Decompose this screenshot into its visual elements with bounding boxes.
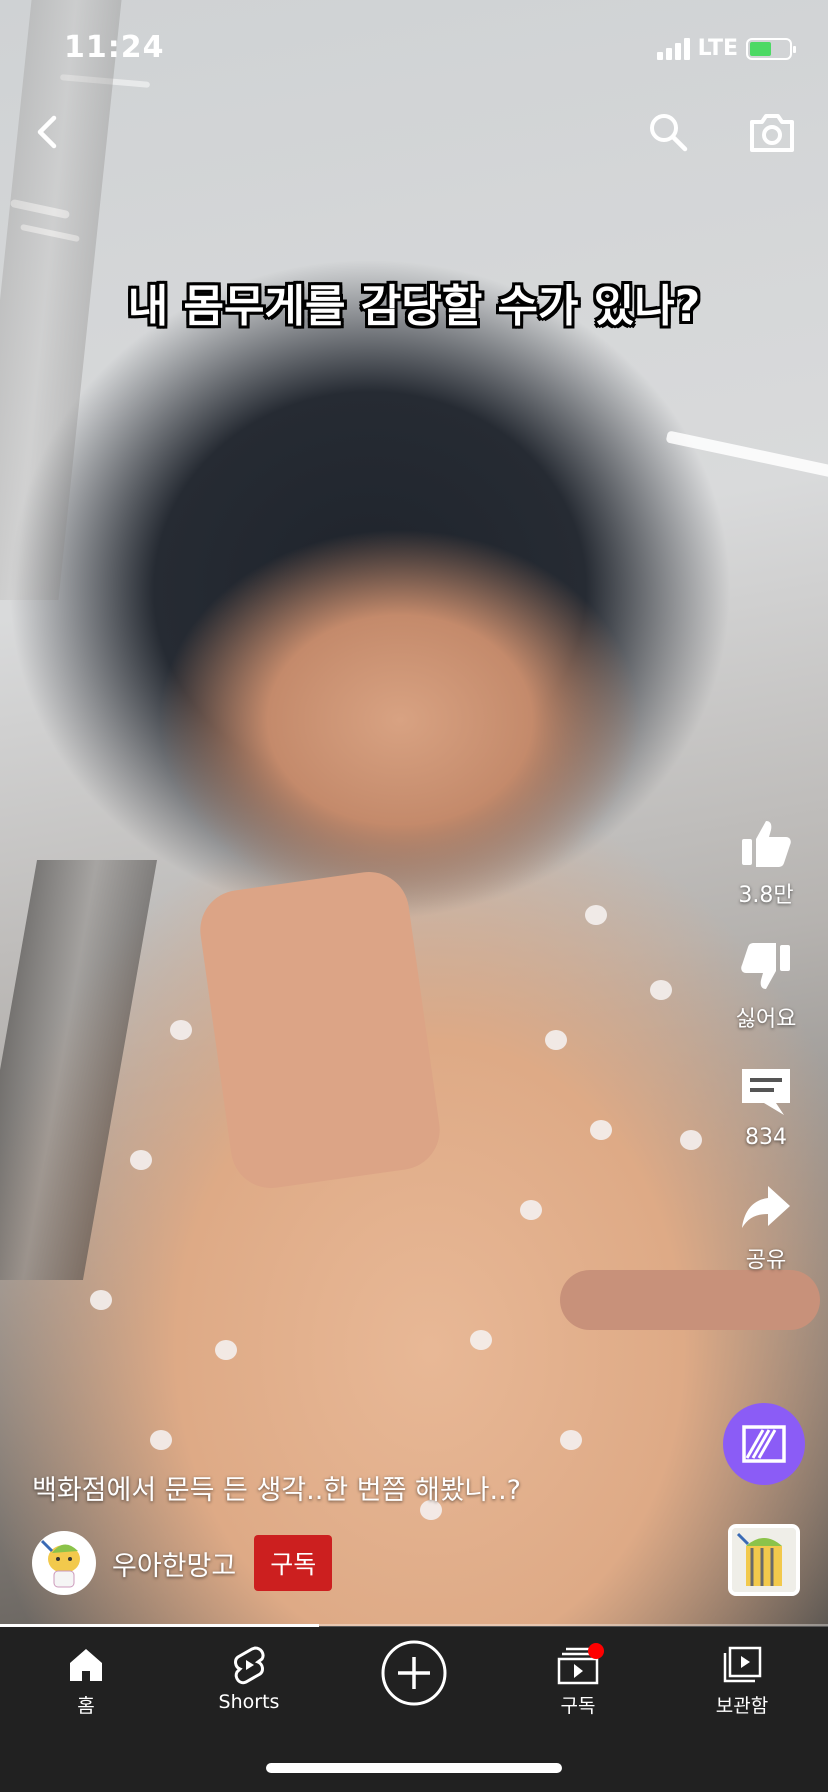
video-player[interactable] [0, 0, 828, 1626]
bottom-navigation: 홈 Shorts 구독 보관함 [0, 1627, 828, 1792]
shirt-dot [545, 1030, 567, 1050]
shirt-dot [650, 980, 672, 1000]
create-plus-icon [381, 1640, 447, 1706]
comment-count: 834 [745, 1125, 787, 1150]
shirt-dot [150, 1430, 172, 1450]
search-icon [650, 114, 688, 152]
share-icon [742, 1186, 790, 1228]
subscribe-button[interactable]: 구독 [254, 1535, 333, 1591]
shirt-dot [470, 1330, 492, 1350]
sound-artwork-icon [732, 1528, 796, 1592]
shirt-dot [130, 1150, 152, 1170]
channel-avatar[interactable] [32, 1531, 96, 1595]
video-title[interactable]: 백화점에서 문득 든 생각..한 번쯤 해봤나..? [32, 1468, 521, 1507]
library-icon [723, 1646, 762, 1683]
sound-thumbnail[interactable] [728, 1524, 800, 1596]
share-button[interactable]: 공유 [738, 1180, 794, 1274]
ceiling-light [665, 430, 828, 478]
back-button[interactable] [20, 104, 76, 160]
nav-subscriptions-label: 구독 [560, 1695, 596, 1717]
shirt-dot [680, 1130, 702, 1150]
nav-home-label: 홈 [77, 1695, 95, 1717]
nav-home[interactable]: 홈 [16, 1645, 156, 1718]
status-time: 11:24 [64, 30, 165, 65]
thumbs-up-icon [742, 821, 791, 867]
camera-icon [750, 114, 794, 152]
nav-shorts-label: Shorts [218, 1691, 280, 1713]
dislike-label: 싫어요 [735, 1007, 797, 1032]
nav-shorts[interactable]: Shorts [179, 1645, 319, 1713]
chevron-left-icon [37, 115, 57, 149]
shirt-dot [585, 905, 607, 925]
channel-name[interactable]: 우아한망고 [112, 1544, 236, 1583]
nav-create[interactable] [344, 1639, 484, 1707]
remix-icon [742, 1425, 786, 1463]
status-indicators: LTE [656, 36, 796, 61]
shorts-icon [234, 1646, 265, 1685]
like-button[interactable]: 3.8만 [738, 815, 794, 909]
thumbs-down-icon [741, 943, 790, 989]
camera-button[interactable] [744, 104, 800, 160]
escalator-rail [0, 860, 158, 1280]
like-count: 3.8만 [738, 883, 794, 908]
nav-library-label: 보관함 [715, 1695, 769, 1717]
notification-badge [588, 1643, 604, 1659]
shirt-dot [520, 1200, 542, 1220]
dislike-button[interactable]: 싫어요 [735, 939, 797, 1033]
shirt-dot [90, 1290, 112, 1310]
network-type: LTE [697, 36, 738, 61]
comment-icon [742, 1069, 790, 1115]
home-indicator [266, 1763, 562, 1773]
remix-button[interactable] [723, 1403, 805, 1485]
shirt-dot [590, 1120, 612, 1140]
video-caption: 내 몸무게를 감당할 수가 있나? [127, 281, 701, 332]
action-rail: 3.8만 싫어요 834 공유 [718, 815, 814, 1304]
shirt-dot [215, 1340, 237, 1360]
shirt-dot [560, 1430, 582, 1450]
nav-library[interactable]: 보관함 [672, 1645, 812, 1718]
search-button[interactable] [640, 104, 696, 160]
cellular-signal-icon [656, 37, 690, 60]
nav-subscriptions[interactable]: 구독 [508, 1643, 648, 1718]
share-label: 공유 [745, 1248, 787, 1273]
hand [195, 866, 445, 1194]
shirt-dot [170, 1020, 192, 1040]
comments-button[interactable]: 834 [738, 1063, 794, 1150]
channel-row: 우아한망고 구독 [32, 1531, 333, 1595]
home-icon [70, 1649, 102, 1681]
battery-icon [746, 37, 796, 60]
mango-character-icon [40, 1539, 80, 1588]
